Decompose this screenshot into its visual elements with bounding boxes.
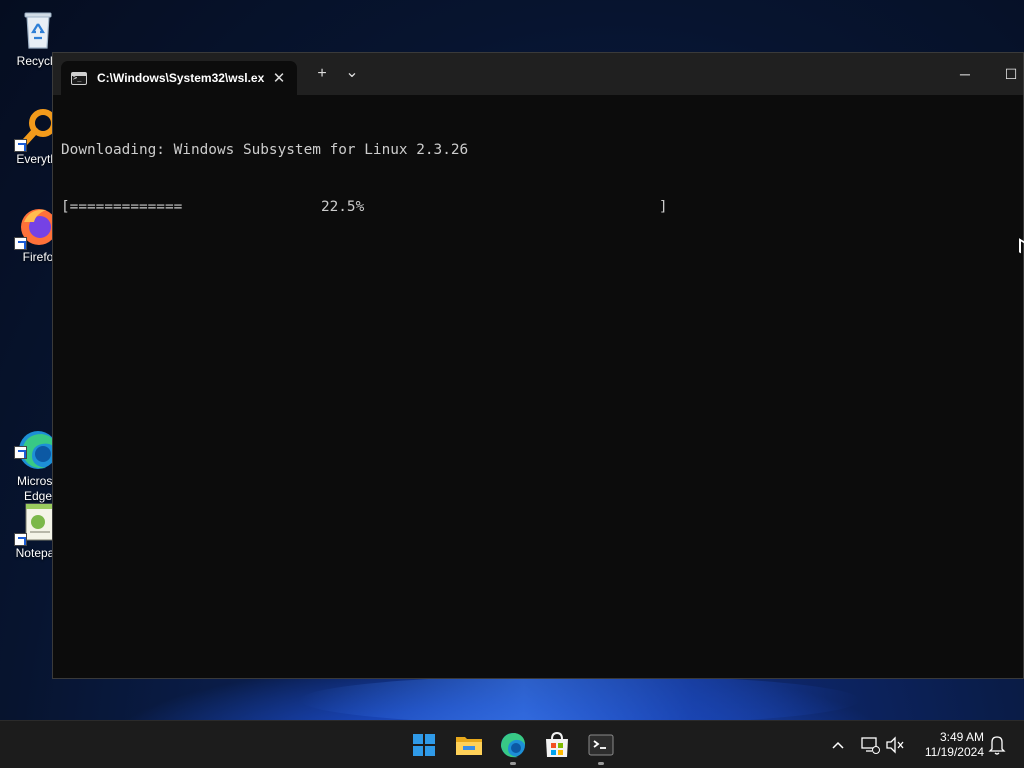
shortcut-arrow-icon bbox=[14, 533, 27, 546]
tab-title: C:\Windows\System32\wsl.ex bbox=[97, 71, 265, 85]
minimize-button[interactable]: ─ bbox=[942, 59, 988, 89]
volume-button[interactable] bbox=[885, 721, 905, 768]
maximize-button[interactable]: ☐ bbox=[988, 59, 1024, 89]
running-indicator bbox=[598, 762, 604, 765]
clock-date: 11/19/2024 bbox=[924, 745, 984, 759]
shortcut-arrow-icon bbox=[14, 139, 27, 152]
taskbar: 3:49 AM 11/19/2024 bbox=[0, 720, 1024, 768]
console-icon bbox=[71, 71, 87, 85]
running-indicator bbox=[510, 762, 516, 765]
store-icon bbox=[546, 731, 568, 757]
taskbar-terminal[interactable] bbox=[585, 729, 617, 765]
progress-percent: 22.5% bbox=[320, 199, 365, 215]
mouse-cursor bbox=[1019, 238, 1024, 256]
progress-open-bracket: [ bbox=[61, 199, 70, 215]
wallpaper-swirl-highlight bbox=[300, 675, 860, 725]
progress-bar: [============= 22.5% ] bbox=[61, 198, 1023, 217]
chevron-up-icon bbox=[832, 741, 844, 749]
progress-close-bracket: ] bbox=[658, 199, 668, 215]
progress-fill: ============= bbox=[69, 199, 183, 215]
tab-wsl[interactable]: C:\Windows\System32\wsl.ex ✕ bbox=[61, 61, 297, 95]
taskbar-edge[interactable] bbox=[497, 729, 529, 765]
terminal-icon bbox=[588, 734, 614, 756]
network-icon bbox=[861, 737, 880, 754]
file-explorer-icon bbox=[456, 737, 482, 755]
clock[interactable]: 3:49 AM 11/19/2024 bbox=[916, 730, 984, 760]
shortcut-arrow-icon bbox=[14, 446, 27, 459]
notifications-button[interactable] bbox=[988, 721, 1006, 768]
terminal-window: C:\Windows\System32\wsl.ex ✕ + ⌄ ─ ☐ Dow… bbox=[52, 52, 1024, 679]
tray-overflow-button[interactable] bbox=[830, 721, 846, 768]
volume-muted-icon bbox=[886, 736, 904, 754]
network-button[interactable] bbox=[860, 721, 880, 768]
clock-time: 3:49 AM bbox=[939, 730, 984, 744]
bell-icon bbox=[988, 736, 1006, 755]
title-bar[interactable]: C:\Windows\System32\wsl.ex ✕ + ⌄ ─ ☐ bbox=[53, 53, 1023, 95]
progress-gap bbox=[182, 198, 321, 217]
progress-gap bbox=[364, 198, 659, 217]
shortcut-arrow-icon bbox=[14, 237, 27, 250]
start-icon bbox=[413, 734, 435, 756]
tab-close-button[interactable]: ✕ bbox=[269, 69, 289, 87]
console-line: Downloading: Windows Subsystem for Linux… bbox=[61, 142, 469, 158]
new-tab-button[interactable]: + bbox=[310, 65, 334, 83]
recycle-bin-icon bbox=[16, 8, 60, 52]
tab-dropdown-button[interactable]: ⌄ bbox=[340, 62, 364, 82]
start-button[interactable] bbox=[408, 729, 440, 761]
taskbar-store[interactable] bbox=[541, 729, 573, 761]
console-output[interactable]: Downloading: Windows Subsystem for Linux… bbox=[61, 103, 1023, 678]
edge-icon bbox=[501, 733, 525, 758]
taskbar-file-explorer[interactable] bbox=[453, 729, 485, 761]
